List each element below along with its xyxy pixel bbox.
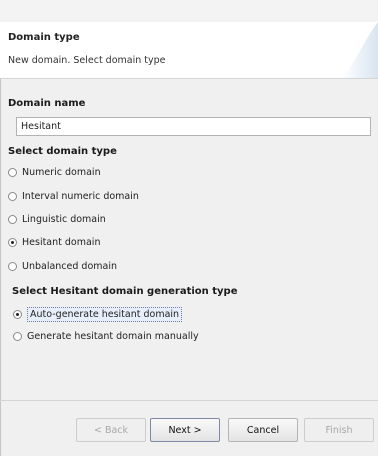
- radio-label: Generate hesitant domain manually: [27, 331, 199, 342]
- radio-label: Linguistic domain: [22, 214, 106, 225]
- domain-type-label: Select domain type: [8, 146, 117, 157]
- radio-button-icon: [8, 215, 17, 224]
- radio-label: Auto-generate hesitant domain: [27, 307, 183, 322]
- radio-label: Interval numeric domain: [22, 191, 139, 202]
- domain-name-label: Domain name: [8, 98, 86, 109]
- radio-button-icon: [8, 192, 17, 201]
- radio-button-icon: [8, 262, 17, 271]
- button-bar-separator: [0, 400, 378, 401]
- radio-interval-numeric-domain[interactable]: Interval numeric domain: [8, 191, 139, 202]
- banner-title: Domain type: [8, 32, 80, 43]
- radio-label: Numeric domain: [22, 167, 101, 178]
- window-top-strip: [0, 0, 378, 22]
- radio-generate-manually[interactable]: Generate hesitant domain manually: [13, 331, 199, 342]
- radio-auto-generate[interactable]: Auto-generate hesitant domain: [13, 307, 183, 322]
- radio-label: Unbalanced domain: [22, 261, 118, 272]
- radio-numeric-domain[interactable]: Numeric domain: [8, 167, 101, 178]
- radio-button-checked-icon: [13, 310, 22, 319]
- radio-hesitant-domain[interactable]: Hesitant domain: [8, 237, 100, 248]
- radio-button-icon: [8, 168, 17, 177]
- banner-message: New domain. Select domain type: [8, 55, 166, 66]
- generation-type-label: Select Hesitant domain generation type: [12, 286, 238, 297]
- next-button[interactable]: Next >: [150, 418, 220, 442]
- radio-button-checked-icon: [8, 238, 17, 247]
- domain-name-input[interactable]: [16, 117, 371, 136]
- wizard-banner: Domain type New domain. Select domain ty…: [0, 22, 378, 79]
- radio-linguistic-domain[interactable]: Linguistic domain: [8, 214, 106, 225]
- radio-label: Hesitant domain: [22, 237, 101, 248]
- radio-unbalanced-domain[interactable]: Unbalanced domain: [8, 261, 117, 272]
- cancel-button[interactable]: Cancel: [228, 418, 298, 442]
- radio-button-icon: [13, 332, 22, 341]
- back-button[interactable]: < Back: [76, 418, 146, 442]
- finish-button[interactable]: Finish: [304, 418, 374, 442]
- banner-decoration-icon: [342, 22, 378, 78]
